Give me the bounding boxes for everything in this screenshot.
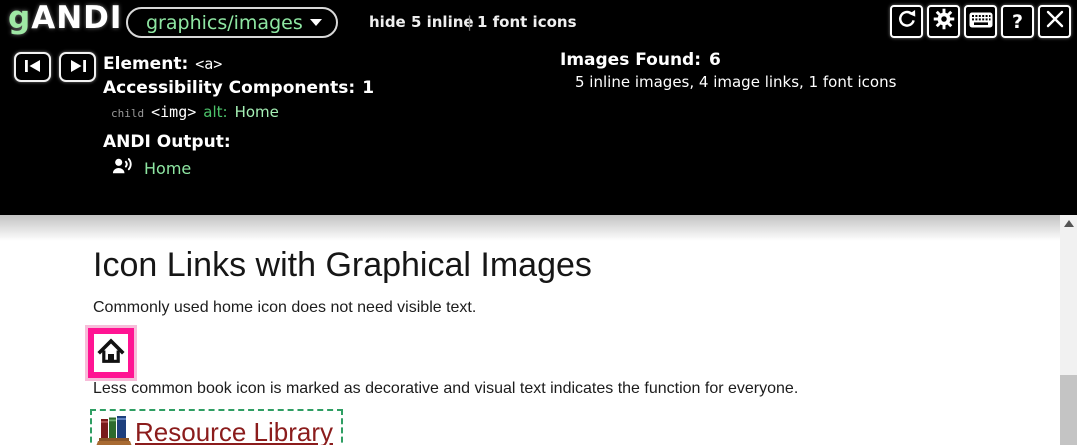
refresh-button[interactable] bbox=[890, 5, 923, 38]
images-found-line: Images Found: 6 bbox=[560, 50, 896, 70]
images-found-detail: 5 inline images, 4 image links, 1 font i… bbox=[575, 73, 897, 91]
components-line: Accessibility Components: 1 bbox=[103, 78, 374, 98]
hide-inline-link[interactable]: hide 5 inline bbox=[369, 13, 474, 31]
home-link[interactable] bbox=[94, 334, 128, 372]
element-line: Element: <a> bbox=[103, 54, 374, 74]
scroll-up-icon bbox=[1063, 220, 1074, 227]
prev-icon bbox=[23, 58, 43, 77]
andi-output-line: ANDI Output: bbox=[103, 132, 374, 152]
andi-highlight-box bbox=[85, 325, 137, 381]
scrollbar bbox=[1060, 215, 1077, 445]
andi-highlight-inner bbox=[88, 328, 134, 378]
alt-label: alt: bbox=[203, 103, 228, 121]
andi-output-label: ANDI Output: bbox=[103, 132, 231, 152]
alt-value: Home bbox=[234, 103, 279, 121]
screen: gANDI graphics/images hide 5 inline | 1 … bbox=[0, 0, 1077, 445]
element-tag: <a> bbox=[195, 55, 223, 73]
speaker-icon bbox=[111, 157, 136, 179]
element-label: Element: bbox=[103, 54, 189, 74]
resource-link-box: Resource Library bbox=[90, 409, 343, 445]
andi-logo-name: ANDI bbox=[31, 0, 123, 36]
child-label: child bbox=[111, 107, 145, 120]
andi-output-value: Home bbox=[144, 158, 192, 178]
previous-element-button[interactable] bbox=[14, 52, 51, 82]
link-separator: | bbox=[467, 13, 473, 31]
refresh-icon bbox=[896, 8, 918, 35]
next-icon bbox=[68, 58, 88, 77]
home-icon bbox=[97, 337, 125, 369]
andi-logo: gANDI bbox=[8, 0, 122, 36]
components-label: Accessibility Components: bbox=[103, 78, 356, 98]
child-component-line: child <img> alt: Home bbox=[103, 103, 374, 121]
keyboard-icon bbox=[969, 11, 993, 33]
settings-button[interactable] bbox=[927, 5, 960, 38]
help-button[interactable]: ? bbox=[1001, 5, 1034, 38]
resource-library-link[interactable]: Resource Library bbox=[135, 417, 333, 445]
book-paragraph: Less common book icon is marked as decor… bbox=[93, 380, 799, 397]
close-icon bbox=[1046, 10, 1064, 33]
images-found-count: 6 bbox=[709, 50, 721, 70]
panel-shadow bbox=[0, 215, 1077, 241]
images-found-summary: Images Found: 6 5 inline images, 4 image… bbox=[560, 50, 896, 91]
page-content: Icon Links with Graphical Images Commonl… bbox=[0, 215, 1077, 445]
close-button[interactable] bbox=[1038, 5, 1071, 38]
andi-toolbar: ? bbox=[890, 5, 1071, 38]
module-dropdown[interactable]: graphics/images bbox=[126, 7, 338, 38]
scroll-up-button[interactable] bbox=[1060, 215, 1077, 232]
images-found-label: Images Found: bbox=[560, 50, 702, 70]
keyboard-shortcuts-button[interactable] bbox=[964, 5, 997, 38]
gear-icon bbox=[933, 8, 955, 35]
andi-output-value-line: Home bbox=[103, 157, 374, 179]
home-paragraph: Commonly used home icon does not need vi… bbox=[93, 299, 477, 316]
andi-panel: gANDI graphics/images hide 5 inline | 1 … bbox=[0, 0, 1077, 215]
inspector-panel: Element: <a> Accessibility Components: 1… bbox=[103, 54, 374, 179]
next-element-button[interactable] bbox=[59, 52, 96, 82]
module-dropdown-label: graphics/images bbox=[146, 11, 303, 34]
child-tag: <img> bbox=[151, 103, 197, 121]
components-count: 1 bbox=[362, 78, 375, 98]
chevron-down-icon bbox=[309, 19, 322, 26]
books-icon bbox=[95, 413, 132, 445]
scrollbar-thumb[interactable] bbox=[1060, 375, 1077, 445]
andi-logo-g: g bbox=[8, 0, 32, 36]
page-title: Icon Links with Graphical Images bbox=[93, 246, 592, 284]
font-icons-link[interactable]: 1 font icons bbox=[477, 13, 577, 31]
help-icon: ? bbox=[1011, 10, 1024, 33]
